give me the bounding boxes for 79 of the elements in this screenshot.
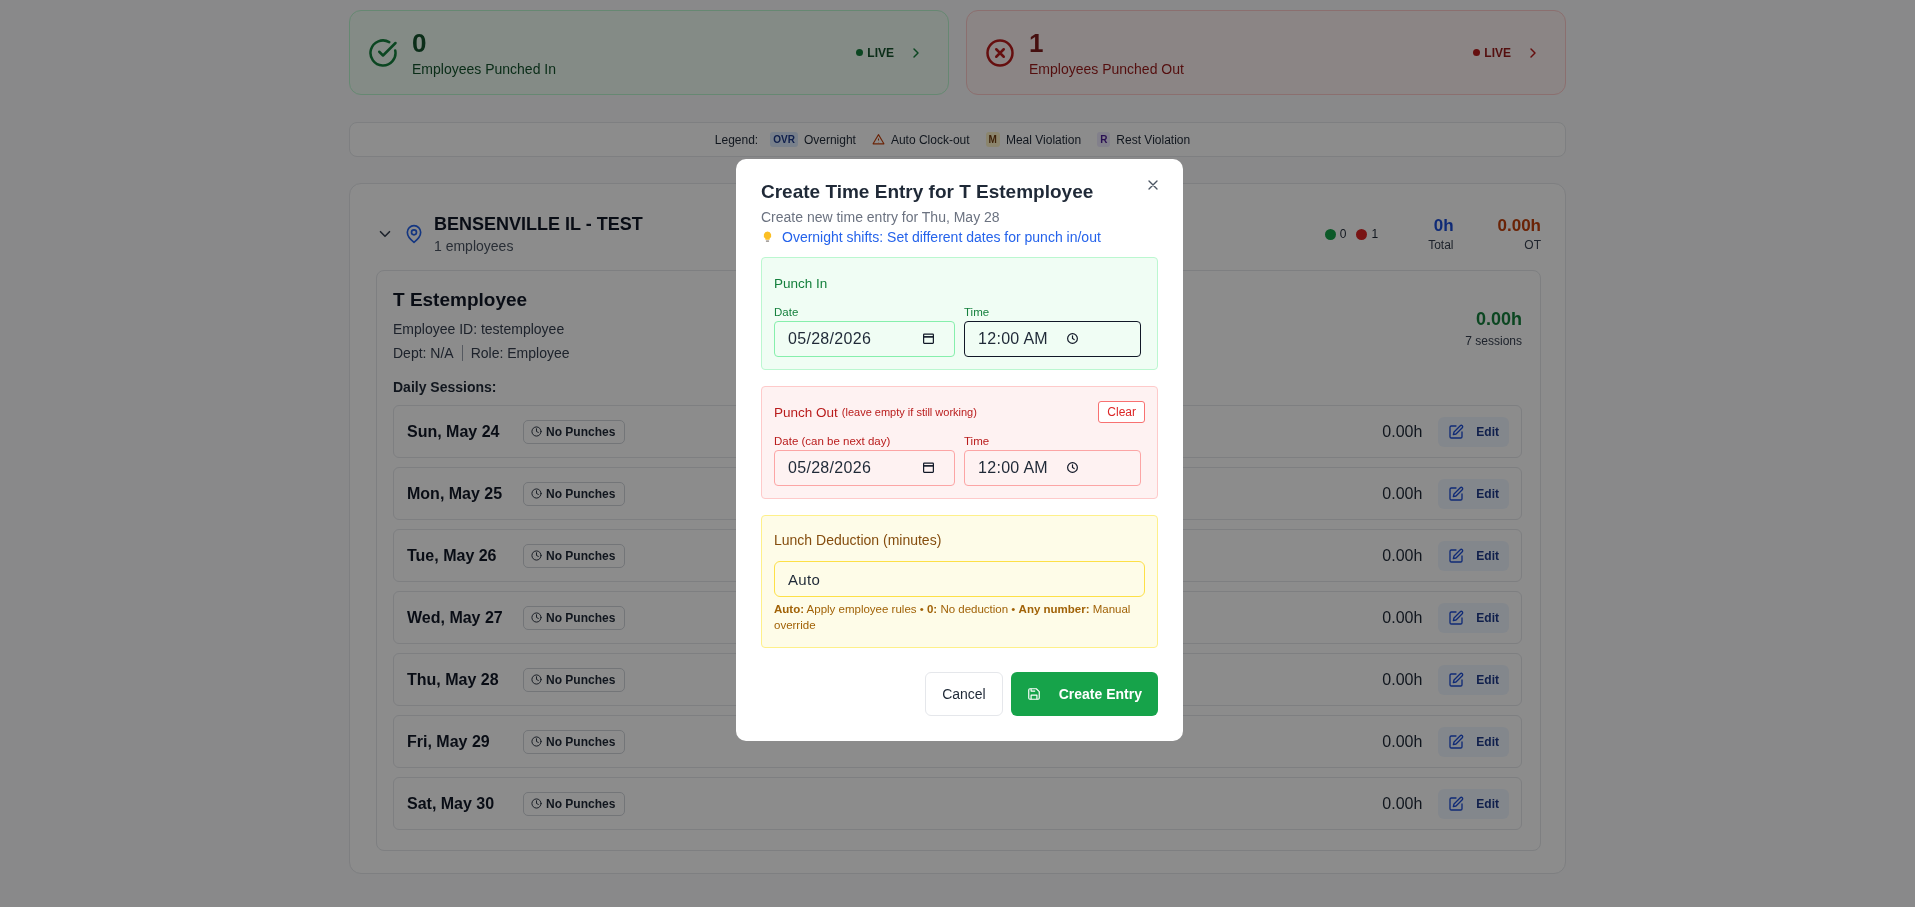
session-hours: 0.00h <box>1382 546 1423 565</box>
field-label: Time <box>964 435 990 447</box>
stat-count: 0 <box>412 28 427 59</box>
status-badge: No Punches <box>523 605 626 630</box>
lunch-help-text: Auto: Apply employee rules • 0: No deduction • Any number: Manual override <box>774 602 1132 634</box>
session-date: Wed, May 27 <box>407 608 504 627</box>
live-label: LIVE <box>867 45 894 60</box>
edit-button[interactable]: Edit <box>1438 416 1509 447</box>
lunch-input-field[interactable]: Auto <box>774 561 1145 597</box>
time-field[interactable]: 12:00 AM <box>964 321 1141 357</box>
edit-button[interactable]: Edit <box>1438 478 1509 509</box>
create-entry-button[interactable]: Create Entry <box>1010 672 1158 717</box>
session-hours: 0.00h <box>1382 670 1423 689</box>
field-label: Date <box>774 306 799 318</box>
role: Role: Employee <box>470 345 570 361</box>
legend-label: Legend: <box>714 132 759 147</box>
session-date: Sun, May 24 <box>407 422 501 441</box>
edit-button[interactable]: Edit <box>1438 540 1509 571</box>
edit-button[interactable]: Edit <box>1438 726 1509 757</box>
session-hours: 0.00h <box>1382 422 1423 441</box>
date-field[interactable]: 05/28/2026 <box>774 450 955 486</box>
legend-text: Overnight <box>803 132 856 147</box>
department: Dept: N/A <box>393 345 454 361</box>
total-label: Total <box>1428 238 1454 252</box>
status-badge: No Punches <box>523 543 626 568</box>
session-hours: 0.00h <box>1382 732 1423 751</box>
field-label: Date (can be next day) <box>774 435 891 447</box>
session-hours: 0.00h <box>1382 484 1423 503</box>
employee-name: T Estemployee <box>393 289 528 311</box>
status-count: 0 <box>1339 227 1347 241</box>
legend-text: Meal Violation <box>1005 132 1082 147</box>
stat-label: Employees Punched In <box>412 61 556 77</box>
session-date: Thu, May 28 <box>407 670 500 689</box>
legend-badge: M <box>985 132 1000 147</box>
edit-button[interactable]: Edit <box>1438 602 1509 633</box>
session-hours: 0.00h <box>1382 608 1423 627</box>
legend-badge: R <box>1097 132 1111 147</box>
dialog-title: Create Time Entry for T Estemployee <box>761 181 1094 203</box>
employee-count: 1 employees <box>434 238 514 254</box>
status-badge: No Punches <box>523 791 626 816</box>
clear-button[interactable]: Clear <box>1098 401 1145 423</box>
section-title: Punch Out <box>774 404 838 420</box>
section-title: Lunch Deduction (minutes) <box>774 532 942 548</box>
status-badge: No Punches <box>523 667 626 692</box>
session-date: Fri, May 29 <box>407 732 491 751</box>
stat-count: 1 <box>1029 28 1044 59</box>
stat-card[interactable]: 0 Employees Punched In LIVE <box>349 10 949 95</box>
overnight-tip: Overnight shifts: Set different dates for punch in/out <box>782 229 1101 245</box>
stat-card[interactable]: 1 Employees Punched Out LIVE <box>966 10 1566 95</box>
live-label: LIVE <box>1484 45 1511 60</box>
session-date: Tue, May 26 <box>407 546 498 565</box>
status-badge: No Punches <box>523 729 626 754</box>
section-note: (leave empty if still working) <box>841 406 977 418</box>
legend-badge: OVR <box>770 132 798 147</box>
status-badge: No Punches <box>523 419 626 444</box>
session-date: Mon, May 25 <box>407 484 504 503</box>
status-count: 1 <box>1371 227 1379 241</box>
session-count: 7 sessions <box>1465 334 1522 348</box>
edit-button[interactable]: Edit <box>1438 788 1509 819</box>
legend-text: Rest Violation <box>1116 132 1191 147</box>
stat-label: Employees Punched Out <box>1029 61 1184 77</box>
date-field[interactable]: 05/28/2026 <box>774 321 955 357</box>
overtime-label: OT <box>1524 238 1541 252</box>
overtime-hours: 0.00h <box>1497 216 1541 236</box>
legend-text: Auto Clock-out <box>890 132 970 147</box>
sessions-heading: Daily Sessions: <box>393 379 497 395</box>
time-field[interactable]: 12:00 AM <box>964 450 1141 486</box>
session-date: Sat, May 30 <box>407 794 496 813</box>
field-label: Time <box>964 306 990 318</box>
location-name: BENSENVILLE IL - TEST <box>434 214 643 235</box>
total-hours: 0h <box>1433 216 1454 236</box>
section-title: Punch In <box>774 275 828 291</box>
employee-id: Employee ID: testemployee <box>393 321 565 337</box>
cancel-button[interactable]: Cancel <box>925 672 1003 717</box>
session-hours: 0.00h <box>1382 794 1423 813</box>
status-badge: No Punches <box>523 481 626 506</box>
employee-hours: 0.00h <box>1475 309 1522 330</box>
dialog-subtitle: Create new time entry for Thu, May 28 <box>761 209 1000 225</box>
edit-button[interactable]: Edit <box>1438 664 1509 695</box>
